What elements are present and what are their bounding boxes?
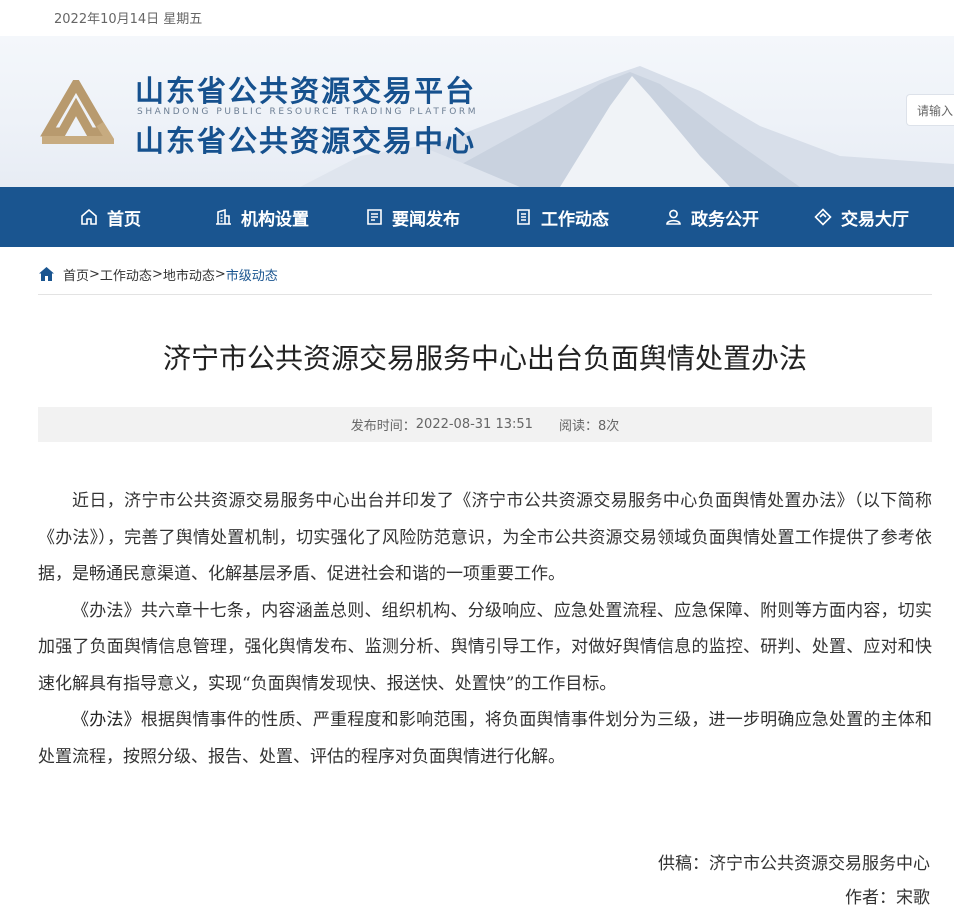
breadcrumb-item-city-news[interactable]: 地市动态 xyxy=(163,265,215,284)
home-icon xyxy=(81,208,97,225)
nav-item-news[interactable]: 要闻发布 xyxy=(366,187,460,247)
breadcrumb-separator: > xyxy=(89,266,100,282)
top-bar: 2022年10月14日 星期五 xyxy=(0,0,954,36)
nav-label: 政务公开 xyxy=(691,209,759,230)
article-meta: 发布时间： 2022-08-31 13:51 阅读： 8次 xyxy=(38,407,932,442)
breadcrumb-item-municipal-news[interactable]: 市级动态 xyxy=(226,265,278,284)
nav-label: 工作动态 xyxy=(541,209,609,230)
diamond-icon xyxy=(814,208,832,226)
paragraph-lead: 《办法》 xyxy=(72,710,141,730)
nav-item-trading-hall[interactable]: 交易大厅 xyxy=(814,187,909,247)
reads-count: 8次 xyxy=(597,419,620,434)
paragraph-text: 近日，济宁市公共资源交易服务中心出台并印发了《济宁市公共资源交易服务中心负面舆情… xyxy=(38,491,932,584)
breadcrumb-item-home[interactable]: 首页 xyxy=(63,265,89,284)
main-nav: 首页 机构设置 要闻发布 工作动态 政务公开 交易大厅 xyxy=(0,187,954,247)
publish-label: 发布时间： xyxy=(350,419,416,434)
article-paragraph: 《办法》共六章十七条，内容涵盖总则、组织机构、分级响应、应急处置流程、应急保障、… xyxy=(38,593,932,703)
nav-label: 机构设置 xyxy=(241,209,309,230)
home-icon xyxy=(39,267,54,281)
platform-logo xyxy=(40,80,114,144)
center-title: 山东省公共资源交易中心 xyxy=(135,124,477,158)
current-date: 2022年10月14日 星期五 xyxy=(54,12,203,27)
user-icon xyxy=(666,209,681,225)
article-paragraph: 近日，济宁市公共资源交易服务中心出台并印发了《济宁市公共资源交易服务中心负面舆情… xyxy=(38,483,932,593)
nav-item-work-news[interactable]: 工作动态 xyxy=(515,187,609,247)
nav-label: 首页 xyxy=(107,209,141,230)
article-body: 近日，济宁市公共资源交易服务中心出台并印发了《济宁市公共资源交易服务中心负面舆情… xyxy=(38,483,932,775)
paragraph-text: 根据舆情事件的性质、严重程度和影响范围，将负面舆情事件划分为三级，进一步明确应急… xyxy=(38,710,933,767)
nav-label: 交易大厅 xyxy=(841,209,909,230)
building-icon xyxy=(216,208,231,225)
nav-item-home[interactable]: 首页 xyxy=(80,187,141,247)
breadcrumb-item-work-news[interactable]: 工作动态 xyxy=(100,265,152,284)
divider xyxy=(38,294,932,295)
publish-time: 2022-08-31 13:51 xyxy=(415,417,533,432)
paragraph-emphasis: 实现 xyxy=(208,673,242,694)
article-source: 供稿：济宁市公共资源交易服务中心 xyxy=(658,854,930,874)
paragraph-text: “负面舆情发现快、报送快、处置快”的工作目标。 xyxy=(242,673,617,694)
platform-title-english: SHANDONG PUBLIC RESOURCE TRADING PLATFOR… xyxy=(137,107,479,117)
nav-item-government-affairs[interactable]: 政务公开 xyxy=(665,187,759,247)
news-icon xyxy=(367,209,382,225)
search-input[interactable]: 请输入 xyxy=(906,94,954,126)
article-author: 作者：宋歌 xyxy=(845,888,930,908)
site-banner: 山东省公共资源交易平台 SHANDONG PUBLIC RESOURCE TRA… xyxy=(0,36,954,187)
nav-item-organization[interactable]: 机构设置 xyxy=(215,187,309,247)
breadcrumb-separator: > xyxy=(214,266,226,282)
article-paragraph: 《办法》根据舆情事件的性质、严重程度和影响范围，将负面舆情事件划分为三级，进一步… xyxy=(38,702,932,775)
breadcrumb: 首页 > 工作动态 > 地市动态 > 市级动态 xyxy=(38,262,278,286)
breadcrumb-separator: > xyxy=(151,266,163,282)
reads-label: 阅读： xyxy=(558,419,598,434)
article-title: 济宁市公共资源交易服务中心出台负面舆情处置办法 xyxy=(162,342,807,375)
document-icon xyxy=(517,209,530,225)
platform-title: 山东省公共资源交易平台 xyxy=(135,74,477,108)
nav-label: 要闻发布 xyxy=(392,209,460,230)
